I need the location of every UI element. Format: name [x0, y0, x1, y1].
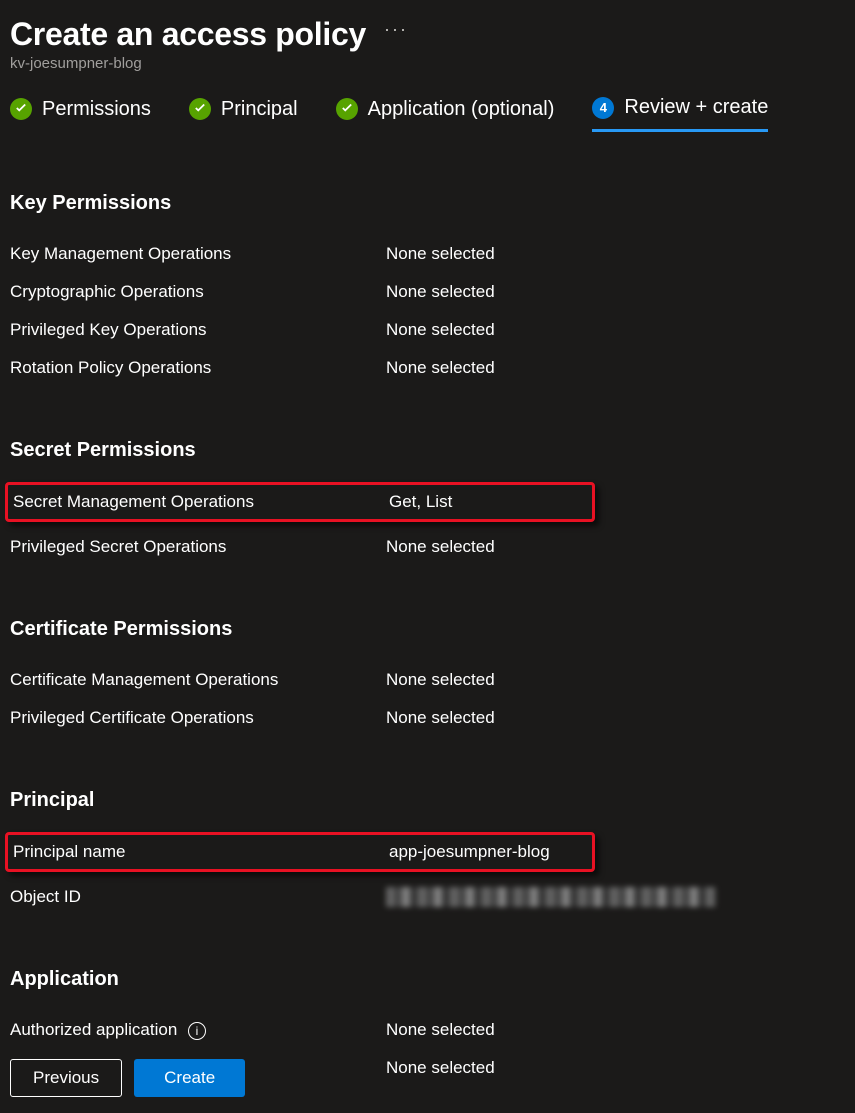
perm-value: None selected: [386, 358, 845, 378]
check-icon: [336, 98, 358, 120]
principal-label: Object ID: [10, 887, 386, 907]
perm-row: Key Management Operations None selected: [10, 235, 845, 273]
tab-label: Principal: [221, 98, 298, 121]
check-icon: [10, 98, 32, 120]
perm-label: Rotation Policy Operations: [10, 358, 386, 378]
previous-button[interactable]: Previous: [10, 1059, 122, 1097]
perm-label: Key Management Operations: [10, 244, 386, 264]
principal-label: Principal name: [13, 842, 389, 862]
tab-permissions[interactable]: Permissions: [10, 98, 151, 131]
footer-actions: Previous Create: [10, 1059, 245, 1097]
principal-row: Object ID: [10, 878, 845, 916]
step-number-badge: 4: [592, 97, 614, 119]
redacted-value: [386, 887, 716, 907]
perm-label: Secret Management Operations: [13, 492, 389, 512]
highlighted-secret-row: Secret Management Operations Get, List: [5, 482, 595, 522]
page-title: Create an access policy: [10, 16, 366, 53]
perm-value: None selected: [386, 708, 845, 728]
perm-label: Certificate Management Operations: [10, 670, 386, 690]
perm-row: Privileged Secret Operations None select…: [10, 528, 845, 566]
app-value: None selected: [386, 1058, 845, 1078]
perm-row: Privileged Certificate Operations None s…: [10, 699, 845, 737]
perm-row: Secret Management Operations Get, List: [10, 485, 592, 519]
perm-row: Rotation Policy Operations None selected: [10, 349, 845, 387]
page-subtitle: kv-joesumpner-blog: [10, 55, 845, 72]
perm-value: None selected: [386, 670, 845, 690]
tab-application[interactable]: Application (optional): [336, 98, 555, 131]
info-icon[interactable]: i: [188, 1022, 206, 1040]
wizard-tabs: Permissions Principal Application (optio…: [10, 96, 845, 132]
check-icon: [189, 98, 211, 120]
tab-review-create[interactable]: 4 Review + create: [592, 96, 768, 132]
perm-value: None selected: [386, 537, 845, 557]
principal-value-redacted: [386, 887, 845, 907]
perm-row: Cryptographic Operations None selected: [10, 273, 845, 311]
tab-label: Permissions: [42, 98, 151, 121]
perm-value: Get, List: [389, 492, 589, 512]
create-button[interactable]: Create: [134, 1059, 245, 1097]
perm-label: Privileged Secret Operations: [10, 537, 386, 557]
highlighted-principal-row: Principal name app-joesumpner-blog: [5, 832, 595, 872]
app-row: Authorized application i None selected: [10, 1011, 845, 1049]
section-principal: Principal: [10, 789, 845, 812]
app-label: Authorized application i: [10, 1020, 386, 1040]
section-secret-permissions: Secret Permissions: [10, 439, 845, 462]
perm-row: Certificate Management Operations None s…: [10, 661, 845, 699]
tab-label: Application (optional): [368, 98, 555, 121]
perm-value: None selected: [386, 320, 845, 340]
perm-label: Privileged Key Operations: [10, 320, 386, 340]
section-key-permissions: Key Permissions: [10, 192, 845, 215]
perm-label: Cryptographic Operations: [10, 282, 386, 302]
tab-principal[interactable]: Principal: [189, 98, 298, 131]
tab-label: Review + create: [624, 96, 768, 119]
principal-value: app-joesumpner-blog: [389, 842, 589, 862]
section-application: Application: [10, 968, 845, 991]
more-actions-icon[interactable]: ···: [384, 19, 408, 50]
app-value: None selected: [386, 1020, 845, 1040]
perm-label: Privileged Certificate Operations: [10, 708, 386, 728]
perm-row: Privileged Key Operations None selected: [10, 311, 845, 349]
perm-value: None selected: [386, 244, 845, 264]
perm-value: None selected: [386, 282, 845, 302]
principal-row: Principal name app-joesumpner-blog: [10, 835, 592, 869]
section-certificate-permissions: Certificate Permissions: [10, 618, 845, 641]
